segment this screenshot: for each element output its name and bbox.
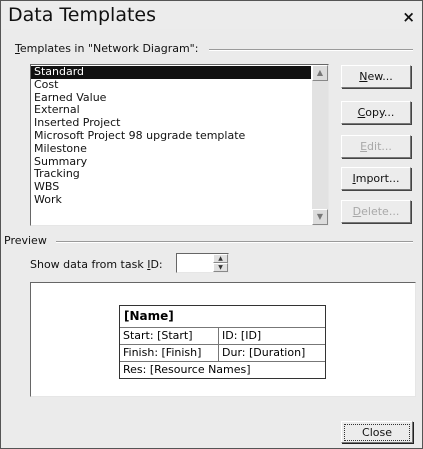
task-id-spinner[interactable]: ▲ ▼ <box>176 253 229 273</box>
network-node-preview: [Name] Start: [Start] ID: [ID] Finish: [… <box>119 305 326 379</box>
task-id-label: Show data from task ID: <box>30 258 163 271</box>
task-id-label-text: Show data from task <box>30 258 148 271</box>
new-button-label: ew... <box>367 70 393 83</box>
close-button[interactable]: Close <box>341 421 413 443</box>
edit-button-label: dit... <box>367 140 392 153</box>
list-item[interactable]: Tracking <box>31 168 311 181</box>
list-item[interactable]: Work <box>31 193 311 207</box>
node-row-start-id: Start: [Start] ID: [ID] <box>120 327 325 344</box>
scroll-up-icon[interactable]: ▲ <box>312 65 328 81</box>
node-row-res: Res: [Resource Names] <box>120 361 325 378</box>
list-item[interactable]: Milestone <box>31 142 311 156</box>
templates-group-divider <box>209 49 413 51</box>
scroll-down-icon[interactable]: ▼ <box>312 209 328 225</box>
new-button[interactable]: New... <box>341 65 411 88</box>
templates-list: Standard Cost Earned Value External Inserted… <box>31 65 311 207</box>
delete-button[interactable]: Delete... <box>341 200 411 223</box>
node-start: Start: [Start] <box>120 328 219 344</box>
node-resource-names: Res: [Resource Names] <box>123 363 251 376</box>
list-item[interactable]: Standard <box>31 65 311 79</box>
edit-button[interactable]: Edit... <box>341 135 411 158</box>
copy-button-label: opy... <box>365 106 395 119</box>
node-name: [Name] <box>124 309 174 323</box>
data-templates-dialog: Data Templates × Templates in "Network D… <box>0 0 423 449</box>
templates-listbox[interactable]: Standard Cost Earned Value External Inserted… <box>30 64 329 226</box>
node-id: ID: [ID] <box>222 329 262 342</box>
preview-group-divider <box>56 241 413 243</box>
preview-area: [Name] Start: [Start] ID: [ID] Finish: [… <box>30 282 416 397</box>
import-button-label: mport... <box>355 172 400 185</box>
task-id-input[interactable] <box>179 255 209 271</box>
close-icon[interactable]: × <box>402 8 415 26</box>
spin-up-icon[interactable]: ▲ <box>213 254 228 263</box>
node-row-finish-dur: Finish: [Finish] Dur: [Duration] <box>120 344 325 361</box>
task-id-spin-buttons: ▲ ▼ <box>213 254 228 272</box>
list-item[interactable]: Microsoft Project 98 upgrade template <box>31 129 311 143</box>
node-finish: Finish: [Finish] <box>120 345 219 361</box>
close-button-label: Close <box>344 424 410 441</box>
delete-button-label: elete... <box>361 205 400 218</box>
delete-button-mnemonic: D <box>352 205 362 218</box>
preview-group-label: Preview <box>4 234 47 247</box>
templates-scrollbar[interactable]: ▲ ▼ <box>312 65 328 225</box>
edit-button-mnemonic: E <box>360 140 368 153</box>
list-item[interactable]: Cost <box>31 78 311 92</box>
task-id-label-suffix: D: <box>150 258 163 271</box>
spin-down-icon[interactable]: ▼ <box>213 263 228 272</box>
templates-group-label: Templates in "Network Diagram": <box>15 42 198 55</box>
title-bar: Data Templates × <box>2 2 421 29</box>
import-button[interactable]: Import... <box>341 167 411 190</box>
copy-button[interactable]: Copy... <box>341 101 411 124</box>
dialog-title: Data Templates <box>8 4 157 26</box>
list-item[interactable]: WBS <box>31 180 311 194</box>
node-duration: Dur: [Duration] <box>222 346 306 359</box>
templates-label-text: emplates in "Network Diagram": <box>19 42 199 55</box>
